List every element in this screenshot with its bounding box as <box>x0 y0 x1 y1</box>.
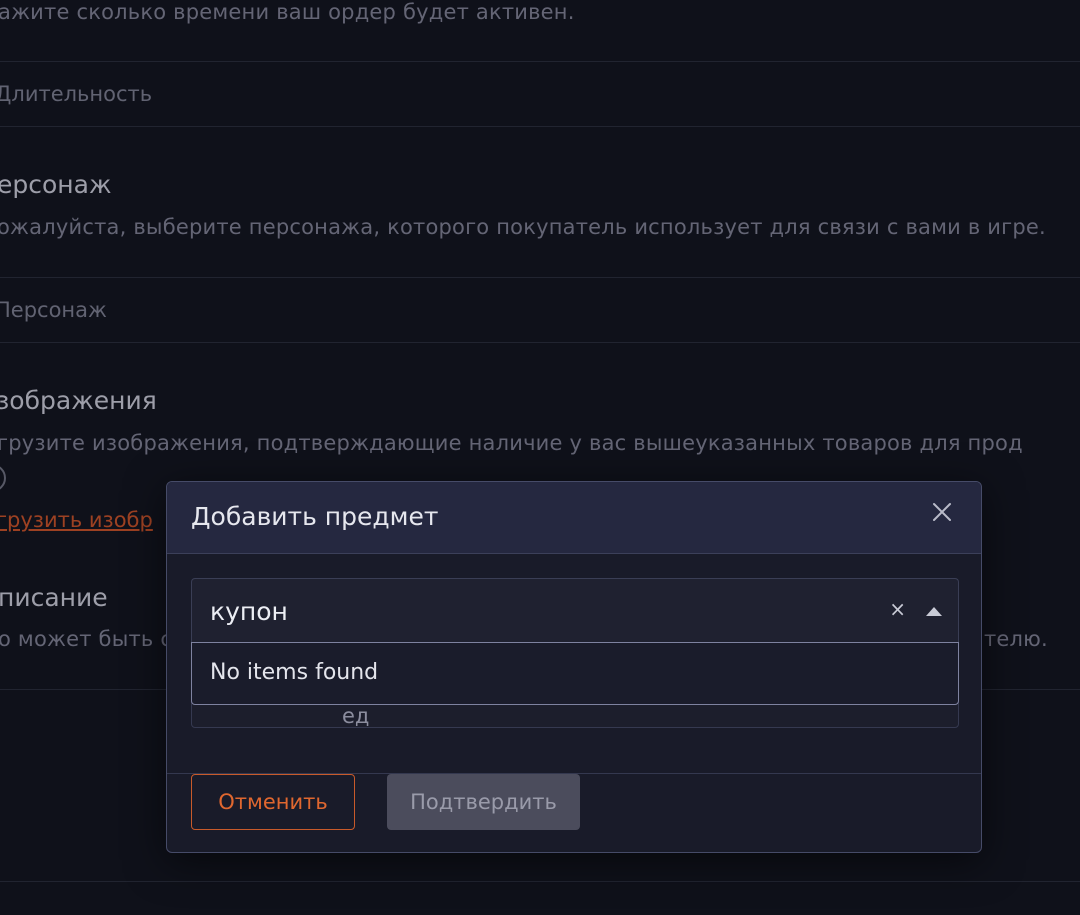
item-dropdown-list: No items found <box>191 642 959 705</box>
add-item-modal: Добавить предмет ед купон × No items fou… <box>166 481 982 853</box>
modal-footer: Отменить Подтвердить <box>167 773 981 852</box>
obscured-field-text: ед <box>342 704 370 728</box>
caret-up-icon[interactable] <box>926 607 942 616</box>
close-button[interactable] <box>927 497 957 527</box>
confirm-button[interactable]: Подтвердить <box>387 774 580 830</box>
clear-selection-button[interactable]: × <box>889 599 906 619</box>
item-search-value: купон <box>210 597 288 626</box>
modal-header: Добавить предмет <box>167 482 981 554</box>
close-icon <box>933 503 951 521</box>
no-items-message: No items found <box>210 660 379 685</box>
item-search-select[interactable]: купон × <box>191 578 959 644</box>
modal-title: Добавить предмет <box>191 502 439 531</box>
page: ажите сколько времени ваш ордер будет ак… <box>0 0 1080 915</box>
cancel-button[interactable]: Отменить <box>191 774 355 830</box>
